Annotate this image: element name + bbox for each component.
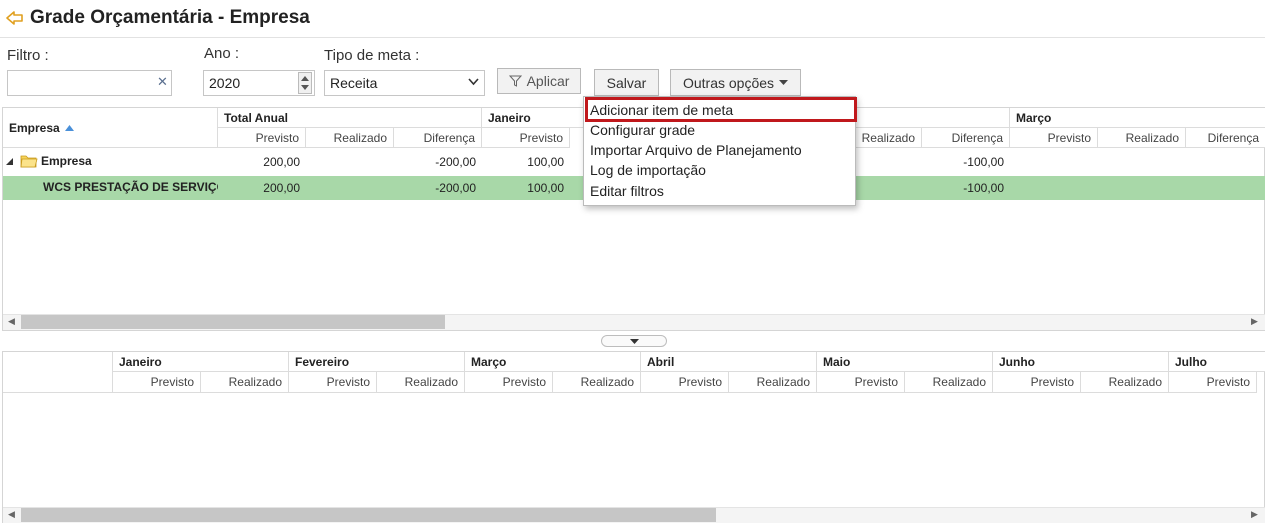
sub-header: Diferença: [922, 128, 1010, 148]
cell-total-previsto: 200,00: [263, 155, 300, 169]
menu-item-editar-filtros[interactable]: Editar filtros: [590, 183, 664, 199]
group-header-total-anual: Total Anual: [218, 108, 482, 128]
back-arrow-icon[interactable]: [6, 10, 24, 26]
month-header-maio: Maio: [817, 352, 993, 372]
ano-value: 2020: [209, 75, 241, 91]
menu-item-log-de-importacao[interactable]: Log de importação: [590, 162, 706, 178]
sub-header: Realizado: [201, 372, 289, 393]
sub-header: Previsto: [817, 372, 905, 393]
sub-header: Realizado: [377, 372, 465, 393]
month-header-janeiro: Janeiro: [113, 352, 289, 372]
sub-header: Realizado: [729, 372, 817, 393]
chevron-down-icon: [630, 339, 639, 344]
cell-janeiro-previsto: 100,00: [527, 155, 564, 169]
scroll-right-icon[interactable]: ▶: [1251, 316, 1258, 327]
aplicar-label: Aplicar: [526, 73, 570, 89]
scroll-thumb[interactable]: [21, 315, 445, 329]
tipo-meta-label: Tipo de meta :: [324, 47, 420, 64]
cell-fevereiro-diferenca: -100,00: [963, 155, 1004, 169]
row-name: WCS PRESTAÇÃO DE SERVIÇOS: [43, 180, 218, 194]
filtro-input[interactable]: [7, 70, 172, 96]
month-header-abril: Abril: [641, 352, 817, 372]
bottom-row-header: [3, 352, 113, 393]
month-header-fevereiro: Fevereiro: [289, 352, 465, 372]
sub-header: Previsto: [465, 372, 553, 393]
cell-total-diferenca: -200,00: [435, 155, 476, 169]
salvar-button[interactable]: Salvar: [594, 69, 659, 96]
scroll-left-icon[interactable]: ◀: [8, 509, 15, 520]
clear-filter-icon[interactable]: ✕: [157, 74, 168, 90]
sub-header: Realizado: [1081, 372, 1169, 393]
sub-header: Previsto: [289, 372, 377, 393]
group-header-janeiro: Janeiro: [482, 108, 584, 128]
cell-janeiro-previsto: 100,00: [527, 181, 564, 195]
empresa-header-label: Empresa: [9, 120, 60, 135]
chevron-down-icon: [468, 78, 479, 86]
sub-header: Realizado: [845, 128, 922, 148]
row-name-cell: WCS PRESTAÇÃO DE SERVIÇOS: [3, 176, 218, 200]
menu-item-importar-arquivo[interactable]: Importar Arquivo de Planejamento: [590, 142, 802, 158]
group-header-marco: Março: [1010, 108, 1265, 128]
scroll-right-icon[interactable]: ▶: [1251, 509, 1258, 520]
sub-header: Diferença: [1186, 128, 1265, 148]
sub-header: Previsto: [993, 372, 1081, 393]
row-name: Empresa: [41, 154, 92, 168]
sub-header: Diferença: [394, 128, 482, 148]
outras-opcoes-button[interactable]: Outras opções: [670, 69, 801, 96]
scroll-left-icon[interactable]: ◀: [8, 316, 15, 327]
splitter-toggle[interactable]: [601, 335, 667, 347]
sub-header: Previsto: [113, 372, 201, 393]
folder-icon: [20, 155, 38, 168]
sort-asc-icon: [64, 124, 74, 131]
month-header-junho: Junho: [993, 352, 1169, 372]
sub-header: Previsto: [482, 128, 570, 148]
filter-icon: [508, 75, 522, 87]
page-title: Grade Orçamentária - Empresa: [30, 7, 310, 28]
cell-total-diferenca: -200,00: [435, 181, 476, 195]
caret-down-icon: [779, 79, 789, 85]
sub-header: Previsto: [1169, 372, 1257, 393]
scroll-thumb[interactable]: [21, 508, 716, 522]
outras-opcoes-label: Outras opções: [682, 74, 775, 91]
month-header-julho: Julho: [1169, 352, 1265, 372]
filtro-label: Filtro :: [7, 47, 49, 64]
cell-fevereiro-diferenca: -100,00: [963, 181, 1004, 195]
sub-header: Previsto: [1010, 128, 1098, 148]
salvar-label: Salvar: [606, 74, 647, 91]
expand-triangle-icon[interactable]: [6, 158, 13, 165]
sub-header: Realizado: [1098, 128, 1186, 148]
spinner-arrows-icon[interactable]: [298, 72, 312, 94]
empresa-column-header[interactable]: Empresa: [3, 108, 218, 148]
sub-header: Previsto: [218, 128, 306, 148]
sub-header: Realizado: [905, 372, 993, 393]
aplicar-button[interactable]: Aplicar: [497, 68, 581, 94]
menu-item-configurar-grade[interactable]: Configurar grade: [590, 122, 695, 138]
tipo-meta-select[interactable]: Receita: [324, 70, 485, 96]
cell-total-previsto: 200,00: [263, 181, 300, 195]
menu-highlight-box: [585, 97, 857, 122]
group-header-fevereiro: [856, 108, 1010, 128]
sub-header: Realizado: [306, 128, 394, 148]
month-header-marco: Março: [465, 352, 641, 372]
sub-header: Previsto: [641, 372, 729, 393]
sub-header: Realizado: [553, 372, 641, 393]
tipo-meta-value: Receita: [330, 75, 378, 91]
ano-label: Ano :: [204, 45, 240, 62]
